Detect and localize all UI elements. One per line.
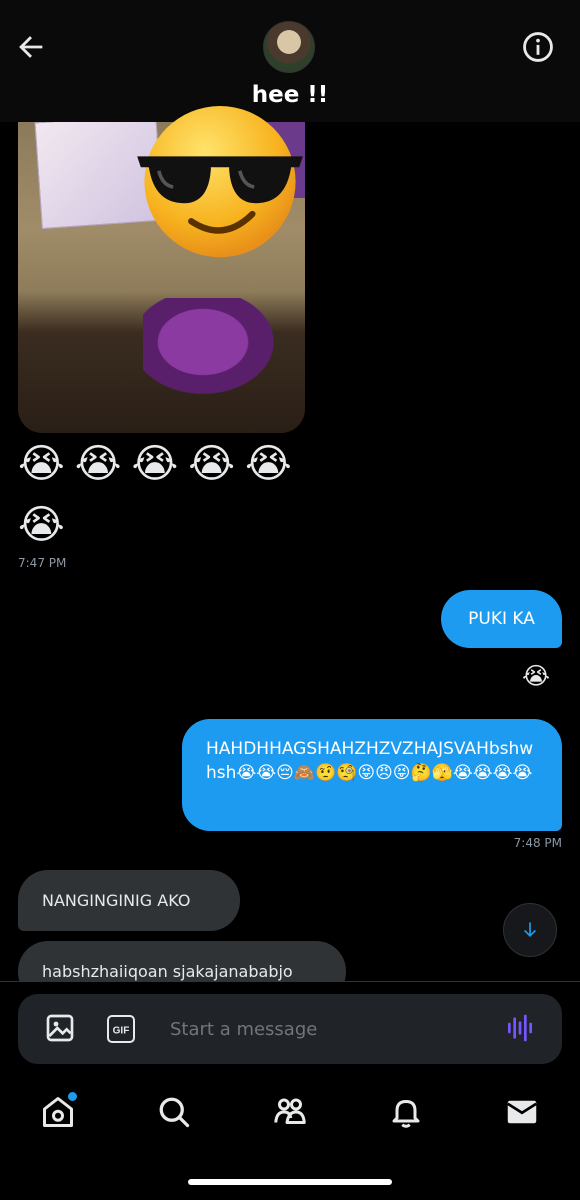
search-icon[interactable] (156, 1094, 192, 1130)
message-timestamp: 7:48 PM (513, 836, 562, 850)
message-timestamp: 7:47 PM (18, 556, 67, 570)
arrow-down-icon (523, 922, 537, 938)
emoji-message[interactable]: 😭😭😭😭😭 (18, 440, 302, 488)
received-message-bubble[interactable]: NANGINGINIG AKO (18, 870, 240, 931)
notifications-icon[interactable] (388, 1094, 424, 1130)
scroll-to-bottom-button[interactable] (503, 903, 557, 957)
home-indicator[interactable] (188, 1179, 392, 1185)
message-input[interactable] (158, 1008, 502, 1050)
notification-dot (66, 1090, 79, 1103)
sunglasses-emoji-sticker (137, 106, 303, 258)
svg-text:GIF: GIF (113, 1026, 130, 1037)
info-icon[interactable] (521, 30, 555, 64)
sent-message-bubble[interactable]: PUKI KA (441, 590, 562, 648)
contact-avatar[interactable] (263, 21, 315, 73)
gif-icon[interactable]: GIF (106, 1014, 136, 1044)
messages-icon[interactable] (504, 1094, 540, 1130)
sent-message-bubble[interactable]: HAHDHHAGSHAHZHZVZHAJSVAHbshwhsh😭😭😔🙈🤨🧐😝😠😝… (182, 719, 562, 831)
voice-wave-icon[interactable] (504, 1012, 536, 1044)
communities-icon[interactable] (272, 1094, 308, 1130)
back-arrow-icon[interactable] (14, 30, 48, 64)
emoji-message[interactable]: 😭 (18, 501, 75, 549)
message-reaction[interactable]: 😭 (522, 662, 550, 690)
image-icon[interactable] (44, 1012, 76, 1044)
